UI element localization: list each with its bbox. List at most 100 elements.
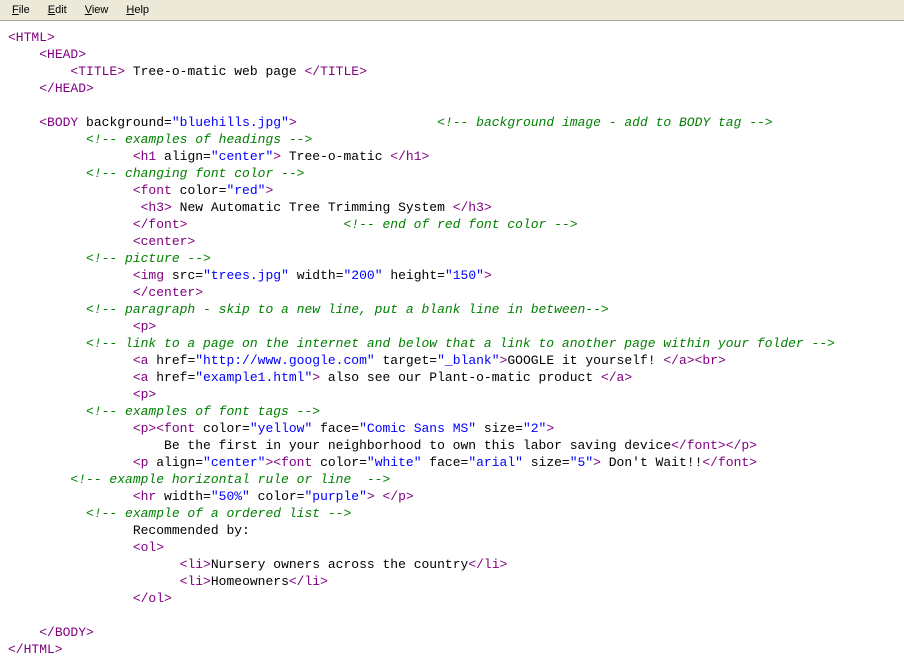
bg-str: "bluehills.jpg" — [172, 115, 289, 130]
img-gt: > — [484, 268, 492, 283]
pf-color-attr: color= — [195, 421, 250, 436]
img-src-attr: src= — [164, 268, 203, 283]
p3-align-str: "center" — [203, 455, 265, 470]
pf-size-attr: size= — [476, 421, 523, 436]
html-close: </HTML> — [8, 642, 63, 657]
menu-help[interactable]: Help — [118, 2, 157, 18]
pf-close: </font></p> — [671, 438, 757, 453]
hr-c-str: "purple" — [304, 489, 366, 504]
headings-comment: <!-- examples of headings --> — [86, 132, 312, 147]
pfont-open: <p><font — [133, 421, 195, 436]
h1-open: <h1 — [133, 149, 156, 164]
li2-open: <li> — [180, 574, 211, 589]
p3-fontclose: </font> — [702, 455, 757, 470]
head-close: </HEAD> — [39, 81, 94, 96]
hr-open: <hr — [133, 489, 156, 504]
a2-open: <a — [133, 370, 149, 385]
li2-text: Homeowners — [211, 574, 289, 589]
a1-open: <a — [133, 353, 149, 368]
h3-close: </h3> — [453, 200, 492, 215]
center-open: <center> — [133, 234, 195, 249]
hr-w-str: "50%" — [211, 489, 250, 504]
a2-href-attr: href= — [148, 370, 195, 385]
h1-close: </h1> — [390, 149, 429, 164]
pic-comment: <!-- picture --> — [86, 251, 211, 266]
p2: <p> — [133, 387, 156, 402]
title-text: Tree-o-matic web page — [125, 64, 304, 79]
h1-text: Tree-o-matic — [281, 149, 390, 164]
title-close: </TITLE> — [304, 64, 366, 79]
p3-text: Don't Wait!! — [601, 455, 702, 470]
img-h-str: "150" — [445, 268, 484, 283]
font-open: <font — [133, 183, 172, 198]
h1-align-attr: align= — [156, 149, 211, 164]
font-close: </font> — [133, 217, 188, 232]
p3-font: ><font — [265, 455, 312, 470]
p3-align-attr: align= — [148, 455, 203, 470]
menu-view[interactable]: View — [77, 2, 117, 18]
a1-text: GOOGLE it yourself! — [507, 353, 663, 368]
a2-close: </a> — [601, 370, 632, 385]
pf-size-str: "2" — [523, 421, 546, 436]
p3-color-str: "white" — [367, 455, 422, 470]
img-w-str: "200" — [344, 268, 383, 283]
p3-gt: > — [593, 455, 601, 470]
ol-comment: <!-- example of a ordered list --> — [86, 506, 351, 521]
a2-text: also see our Plant-o-matic product — [320, 370, 601, 385]
menu-edit[interactable]: Edit — [40, 2, 75, 18]
a1-href-str: "http://www.google.com" — [195, 353, 374, 368]
img-h-attr: height= — [383, 268, 445, 283]
font-color-str: "red" — [226, 183, 265, 198]
font-color-attr: color= — [172, 183, 227, 198]
p3-size-attr: size= — [523, 455, 570, 470]
ol-open: <ol> — [133, 540, 164, 555]
img-src-str: "trees.jpg" — [203, 268, 289, 283]
img-open: <img — [133, 268, 164, 283]
h1-gt: > — [273, 149, 281, 164]
a1-href-attr: href= — [148, 353, 195, 368]
bg-comment: <!-- background image - add to BODY tag … — [437, 115, 772, 130]
html-open: <HTML> — [8, 30, 55, 45]
menu-file[interactable]: File — [4, 2, 38, 18]
hr-w-attr: width= — [156, 489, 211, 504]
h3-open: <h3> — [141, 200, 172, 215]
h1-align-str: "center" — [211, 149, 273, 164]
p3-open: <p — [133, 455, 149, 470]
pf-gt: > — [546, 421, 554, 436]
title-open: <TITLE> — [70, 64, 125, 79]
h3-text: New Automatic Tree Trimming System — [172, 200, 453, 215]
para-comment: <!-- paragraph - skip to a new line, put… — [86, 302, 609, 317]
p3-face-str: "arial" — [468, 455, 523, 470]
hr-c-attr: color= — [250, 489, 305, 504]
fonttags-comment: <!-- examples of font tags --> — [86, 404, 320, 419]
a1-target-attr: target= — [375, 353, 437, 368]
body-gt: > — [289, 115, 297, 130]
a1-target-str: "_blank" — [437, 353, 499, 368]
font-gt: > — [265, 183, 273, 198]
a2-href-str: "example1.html" — [195, 370, 312, 385]
code-editor[interactable]: <HTML> <HEAD> <TITLE> Tree-o-matic web p… — [0, 21, 904, 666]
pf-text: Be the first in your neighborhood to own… — [164, 438, 671, 453]
p3-color-attr: color= — [312, 455, 367, 470]
body-close: </BODY> — [39, 625, 94, 640]
center-close: </center> — [133, 285, 203, 300]
pf-face-str: "Comic Sans MS" — [359, 421, 476, 436]
pf-color-str: "yellow" — [250, 421, 312, 436]
bg-attr: background= — [78, 115, 172, 130]
ol-close: </ol> — [133, 591, 172, 606]
li1-text: Nursery owners across the country — [211, 557, 468, 572]
head-open: <HEAD> — [39, 47, 86, 62]
link-comment: <!-- link to a page on the internet and … — [86, 336, 835, 351]
menu-bar: File Edit View Help — [0, 0, 904, 21]
a2-gt: > — [312, 370, 320, 385]
p1: <p> — [133, 319, 156, 334]
a1-close: </a><br> — [663, 353, 725, 368]
rec-text: Recommended by: — [133, 523, 250, 538]
li1-open: <li> — [180, 557, 211, 572]
li2-close: </li> — [289, 574, 328, 589]
endred-comment: <!-- end of red font color --> — [343, 217, 577, 232]
p3-face-attr: face= — [422, 455, 469, 470]
p3-size-str: "5" — [570, 455, 593, 470]
fontcolor-comment: <!-- changing font color --> — [86, 166, 304, 181]
hr-comment: <!-- example horizontal rule or line --> — [70, 472, 390, 487]
